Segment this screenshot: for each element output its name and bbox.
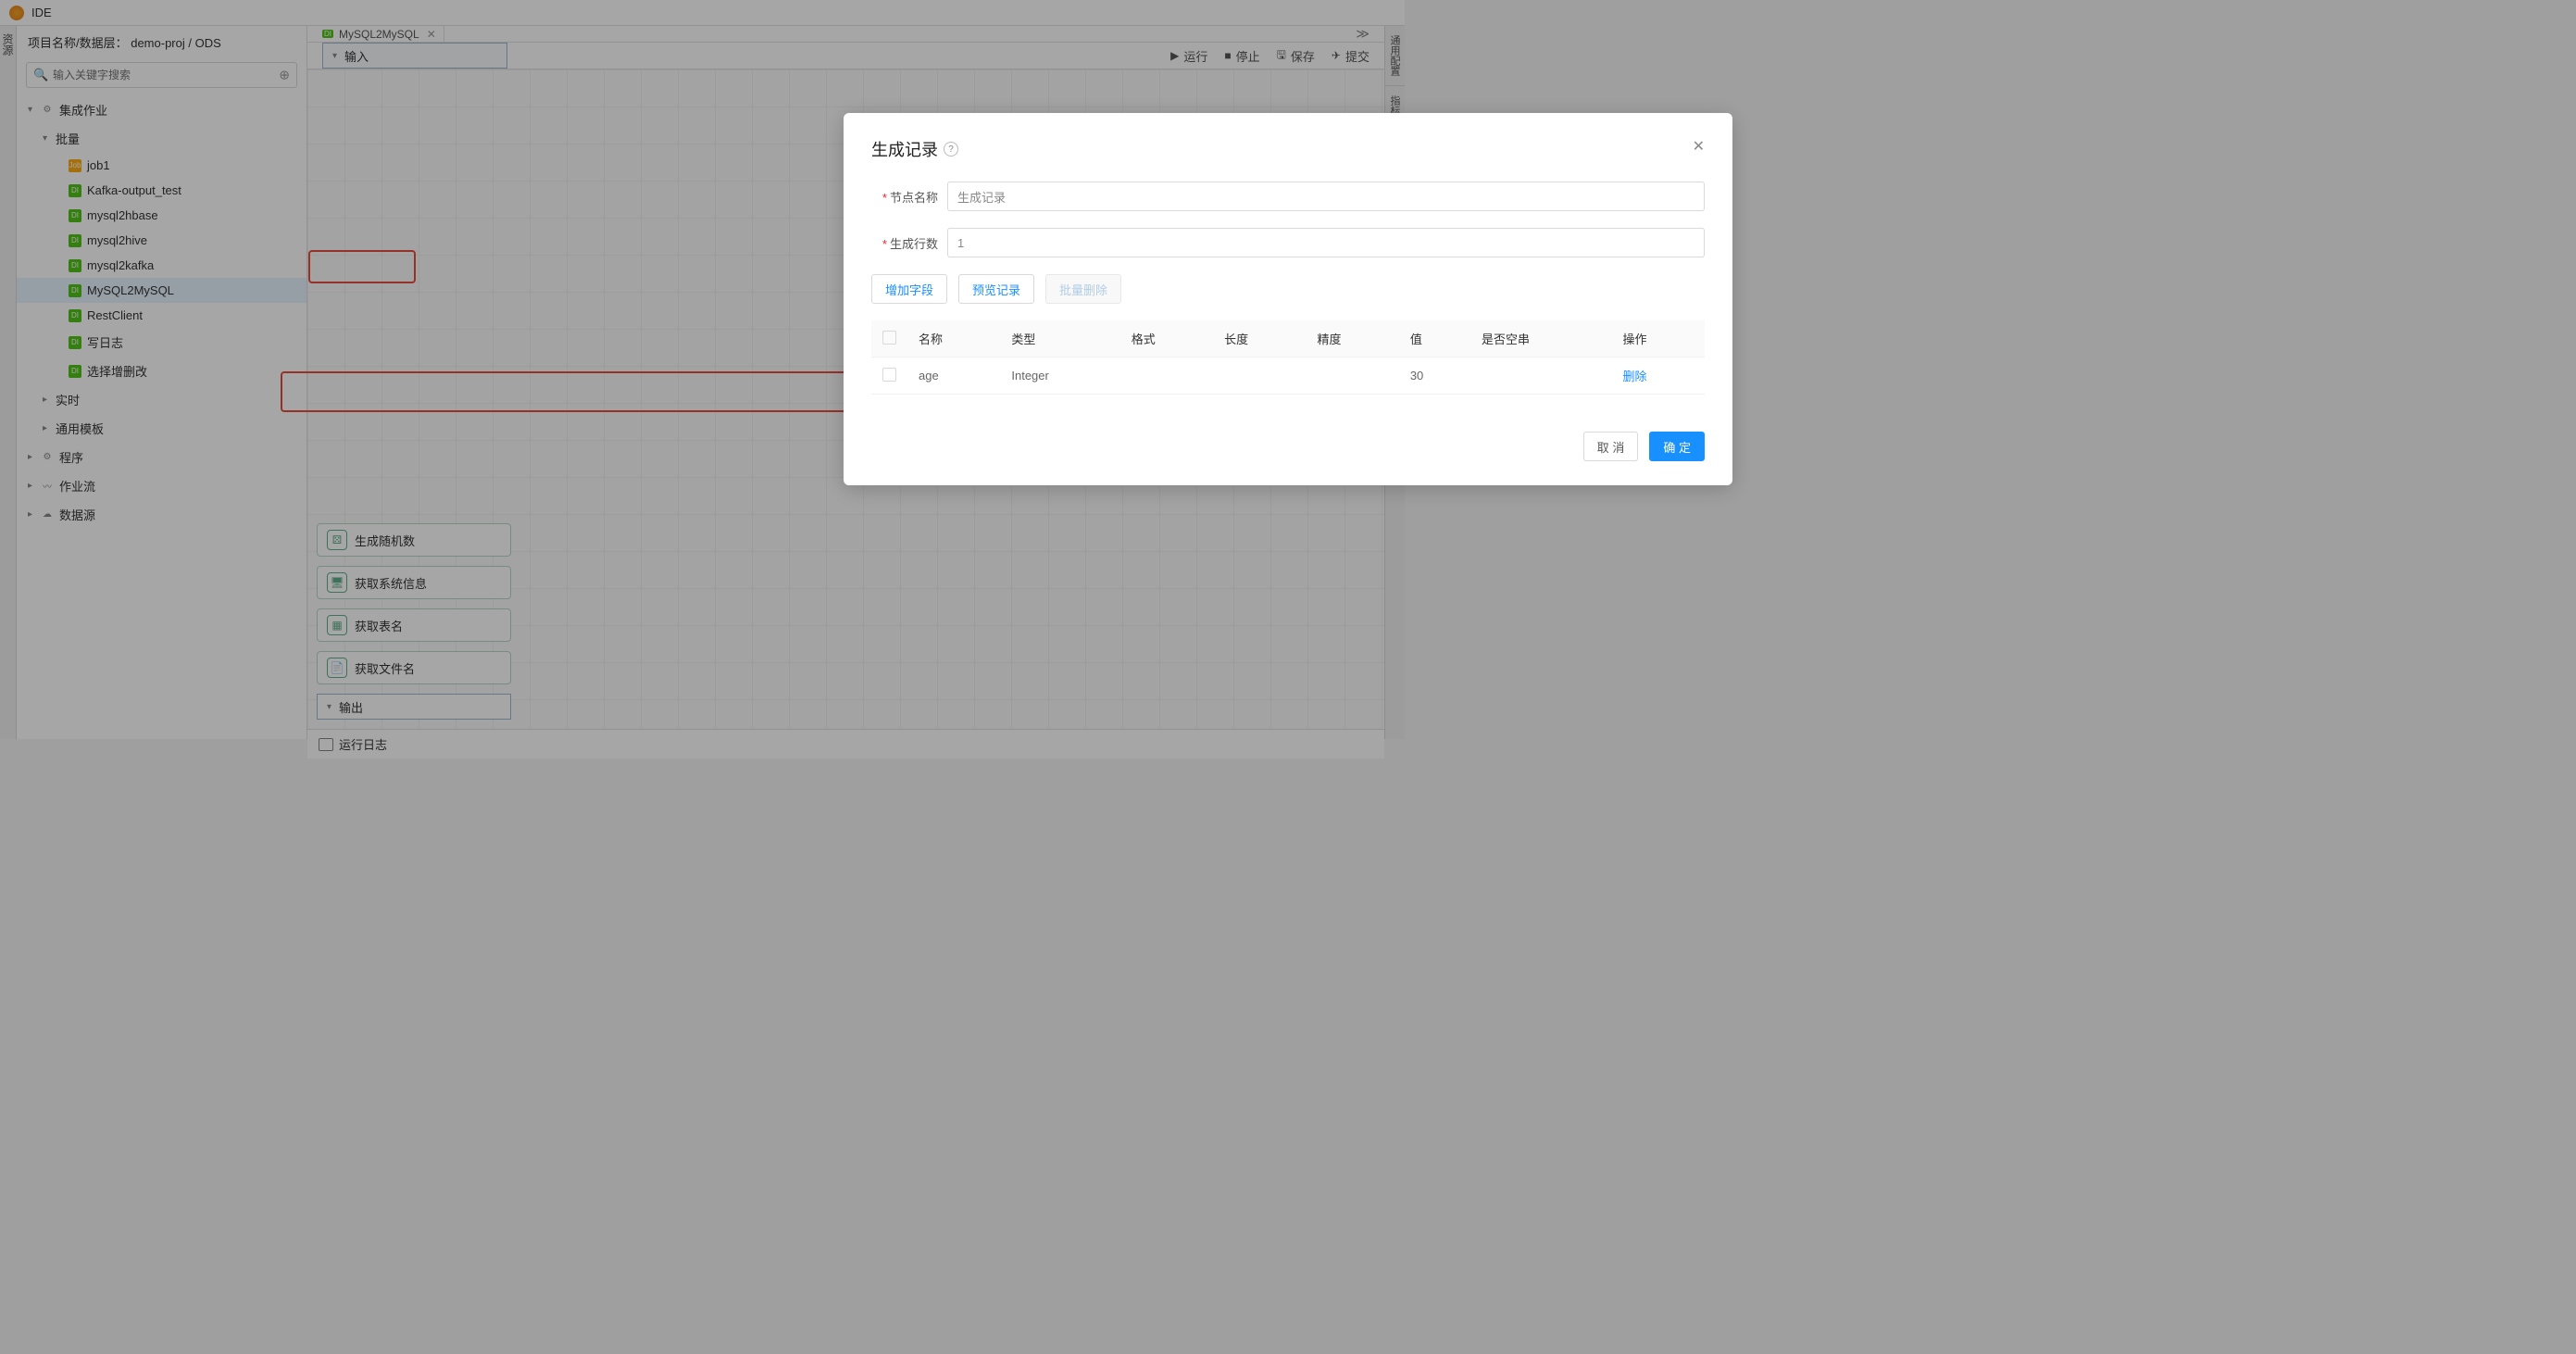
add-field-button[interactable]: 增加字段: [871, 274, 947, 304]
modal-title-text: 生成记录: [871, 137, 938, 161]
col-value: 值: [1399, 320, 1470, 357]
cell-isempty: [1470, 357, 1612, 395]
row-checkbox[interactable]: [882, 368, 896, 382]
cell-precision: [1306, 357, 1398, 395]
cell-value: 30: [1399, 357, 1470, 395]
col-length: 长度: [1213, 320, 1306, 357]
help-icon[interactable]: ?: [944, 142, 958, 157]
col-precision: 精度: [1306, 320, 1398, 357]
col-isempty: 是否空串: [1470, 320, 1612, 357]
col-action: 操作: [1612, 320, 1705, 357]
modal-generate-record: 生成记录 ? ✕ *节点名称 *生成行数 增加字段 预览记录 批量删除 名称 类…: [844, 113, 1732, 485]
modal-close-icon[interactable]: ✕: [1693, 137, 1705, 156]
form-label-rowcount: *生成行数: [871, 234, 938, 252]
col-format: 格式: [1120, 320, 1213, 357]
batch-delete-button: 批量删除: [1045, 274, 1121, 304]
confirm-button[interactable]: 确 定: [1649, 432, 1705, 461]
rowcount-input[interactable]: [947, 228, 1705, 257]
modal-overlay: 生成记录 ? ✕ *节点名称 *生成行数 增加字段 预览记录 批量删除 名称 类…: [0, 0, 2576, 1354]
fields-table: 名称 类型 格式 长度 精度 值 是否空串 操作 age Integer: [871, 320, 1705, 395]
cell-format: [1120, 357, 1213, 395]
form-label-nodename: *节点名称: [871, 188, 938, 206]
cell-length: [1213, 357, 1306, 395]
modal-title: 生成记录 ?: [871, 137, 1705, 161]
cell-name: age: [907, 357, 1000, 395]
col-type: 类型: [1000, 320, 1119, 357]
action-buttons: 增加字段 预览记录 批量删除: [871, 274, 1705, 304]
table-header-row: 名称 类型 格式 长度 精度 值 是否空串 操作: [871, 320, 1705, 357]
cell-type: Integer: [1000, 357, 1119, 395]
required-icon: *: [882, 237, 887, 251]
col-name: 名称: [907, 320, 1000, 357]
table-row[interactable]: age Integer 30 删除: [871, 357, 1705, 395]
nodename-input[interactable]: [947, 182, 1705, 211]
required-icon: *: [882, 191, 887, 205]
select-all-checkbox[interactable]: [882, 331, 896, 345]
preview-button[interactable]: 预览记录: [958, 274, 1034, 304]
cancel-button[interactable]: 取 消: [1583, 432, 1639, 461]
modal-footer: 取 消 确 定: [871, 432, 1705, 461]
form-row-rowcount: *生成行数: [871, 228, 1705, 257]
form-row-nodename: *节点名称: [871, 182, 1705, 211]
delete-link[interactable]: 删除: [1623, 370, 1647, 383]
